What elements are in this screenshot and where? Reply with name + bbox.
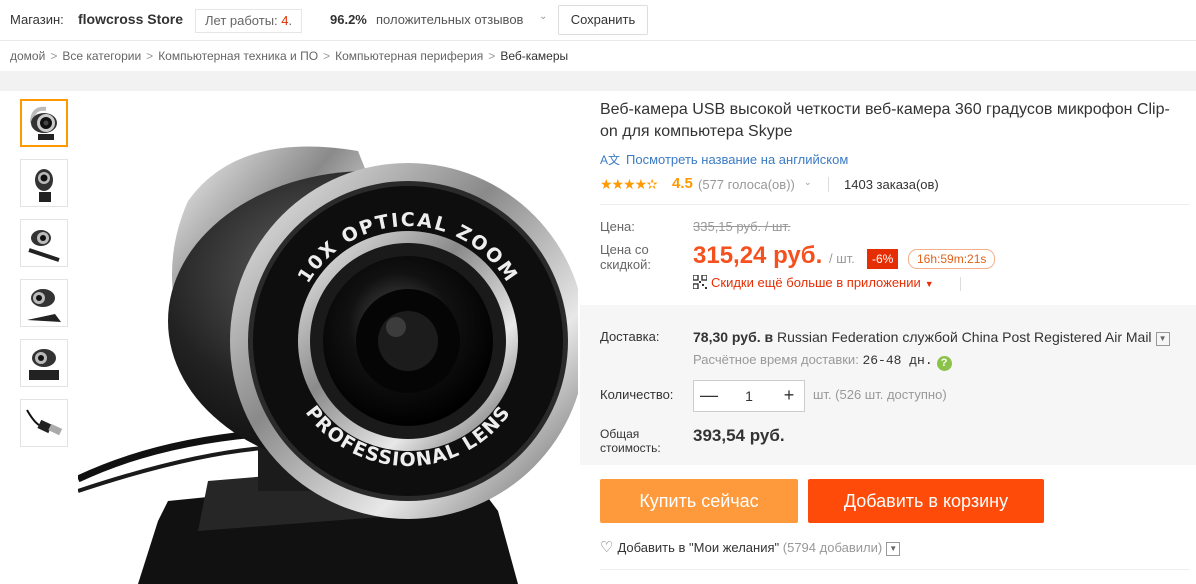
shipping-value: 78,30 руб. в Russian Federation службой … — [693, 329, 1170, 346]
store-years-suffix: . — [288, 13, 293, 28]
wishlist-label: Добавить в "Мои желания" — [617, 540, 780, 555]
qr-code-icon — [693, 275, 707, 289]
divider — [828, 177, 829, 192]
webcam-side-thumb-icon — [35, 169, 53, 202]
breadcrumb-computers[interactable]: Компьютерная техника и ПО — [158, 49, 318, 63]
per-unit: / шт. — [829, 251, 855, 266]
gallery-thumbnail[interactable] — [20, 159, 68, 207]
shipping-options-dropdown[interactable]: ▼ — [1155, 332, 1170, 346]
breadcrumb-separator: > — [488, 49, 496, 63]
eta-days: 26-48 дн. — [862, 353, 933, 368]
divider — [960, 277, 961, 291]
rating-stars-icon: ★★★★✫ — [600, 176, 658, 192]
save-store-button[interactable]: Сохранить — [558, 5, 648, 35]
delivery-estimate: Расчётное время доставки: 26-48 дн.? — [693, 352, 952, 371]
gallery-thumbnail[interactable] — [20, 219, 68, 267]
product-title: Веб-камера USB высокой четкости веб-каме… — [600, 101, 1170, 140]
app-discount-label: Скидки ещё больше в приложении — [711, 275, 921, 290]
breadcrumb-separator: > — [323, 49, 331, 63]
translate-icon: A文 — [600, 153, 621, 167]
webcam-thumb-icon — [30, 106, 57, 140]
quantity-increase-button[interactable]: + — [774, 381, 804, 411]
store-years-value: 4 — [281, 13, 289, 28]
store-name-link[interactable]: flowcross Store — [78, 11, 183, 27]
heart-icon: ♡ — [600, 539, 614, 556]
quantity-input[interactable]: 1 — [724, 381, 774, 411]
divider — [600, 569, 1190, 570]
breadcrumb-home[interactable]: домой — [10, 49, 45, 63]
translate-title-label: Посмотреть название на английском — [626, 152, 849, 167]
store-label: Магазин: — [10, 12, 64, 27]
positive-feedback-link[interactable]: положительных отзывов — [376, 12, 523, 27]
quantity-label: Количество: — [600, 387, 674, 402]
translate-title-link[interactable]: A文 Посмотреть название на английском — [600, 151, 848, 168]
total-label-line1: Общая — [600, 427, 640, 441]
rating-row: ★★★★✫ 4.5 (577 голоса(ов)) ⌄ 1403 заказа… — [600, 175, 1190, 195]
shipping-in: в — [764, 329, 774, 345]
breadcrumb-peripherals[interactable]: Компьютерная периферия — [335, 49, 483, 63]
discount-badge: -6% — [867, 249, 899, 269]
countdown-timer: 16h:59m:21s — [908, 249, 996, 269]
shipping-destination[interactable]: Russian Federation — [777, 329, 898, 345]
store-years-label: Лет работы: — [205, 13, 278, 28]
gallery-thumbnail[interactable] — [20, 279, 68, 327]
chevron-down-icon[interactable]: ⌄ — [804, 177, 812, 188]
shipping-method: службой China Post Registered Air Mail — [902, 329, 1152, 345]
breadcrumb-current: Веб-камеры — [500, 49, 569, 63]
discount-price-label-line2: скидкой: — [600, 257, 651, 272]
product-info-panel: Веб-камера USB высокой четкости веб-каме… — [580, 91, 1196, 584]
product-main-image[interactable]: 10X OPTICAL ZOOM PROFESSIONAL LENS — [78, 91, 578, 584]
app-discount-link[interactable]: Скидки ещё больше в приложении ▼ — [693, 275, 934, 290]
shipping-section: Доставка: 78,30 руб. в Russian Federatio… — [580, 305, 1196, 465]
wishlist-count: (5794 добавили) — [782, 540, 883, 555]
wishlist-dropdown[interactable]: ▼ — [886, 542, 901, 556]
buy-now-button[interactable]: Купить сейчас — [600, 479, 798, 523]
store-years-badge: Лет работы: 4. — [195, 9, 303, 33]
help-icon[interactable]: ? — [936, 356, 952, 371]
product-gallery: 10X OPTICAL ZOOM PROFESSIONAL LENS — [10, 91, 580, 584]
divider — [600, 204, 1190, 205]
old-price: 335,15 руб. / шт. — [693, 219, 791, 234]
quantity-stepper: — 1 + — [693, 380, 805, 412]
store-header: Магазин: flowcross Store Лет работы: 4. … — [0, 0, 1196, 41]
discount-price-label-line1: Цена со — [600, 242, 649, 257]
shipping-cost: 78,30 руб. — [693, 329, 761, 345]
gallery-thumbnail[interactable] — [20, 399, 68, 447]
quantity-decrease-button[interactable]: — — [694, 381, 724, 411]
price-label: Цена: — [600, 219, 635, 234]
webcam-image: 10X OPTICAL ZOOM PROFESSIONAL LENS — [78, 146, 578, 584]
gallery-thumbnail[interactable] — [20, 99, 68, 147]
webcam-clip-thumb-icon — [28, 230, 60, 262]
orders-count: 1403 заказа(ов) — [844, 177, 939, 192]
votes-count-link[interactable]: (577 голоса(ов)) — [698, 177, 795, 192]
gallery-thumbnail[interactable] — [20, 339, 68, 387]
webcam-angle-thumb-icon — [27, 289, 61, 322]
add-to-wishlist-link[interactable]: ♡ Добавить в "Мои желания" (5794 добавили… — [600, 538, 901, 556]
breadcrumb-all-categories[interactable]: Все категории — [62, 49, 141, 63]
eta-label: Расчётное время доставки: — [693, 352, 859, 367]
total-price: 393,54 руб. — [693, 426, 785, 445]
chevron-down-icon[interactable]: ⌄ — [539, 11, 547, 22]
positive-feedback-percent: 96.2% — [330, 12, 367, 27]
section-divider — [0, 71, 1196, 91]
shipping-label: Доставка: — [600, 329, 660, 344]
available-stock: шт. (526 шт. доступно) — [813, 387, 947, 402]
rating-value: 4.5 — [672, 175, 693, 192]
breadcrumb-separator: > — [146, 49, 154, 63]
breadcrumb: домой > Все категории > Компьютерная техника… — [0, 41, 1196, 71]
discounted-price: 315,24 руб. — [693, 242, 823, 269]
webcam-stand-thumb-icon — [29, 349, 59, 380]
usb-cable-thumb-icon — [26, 409, 63, 436]
total-label-line2: стоимость: — [600, 441, 661, 455]
caret-down-icon: ▼ — [924, 279, 934, 289]
breadcrumb-separator: > — [50, 49, 58, 63]
add-to-cart-button[interactable]: Добавить в корзину — [808, 479, 1044, 523]
